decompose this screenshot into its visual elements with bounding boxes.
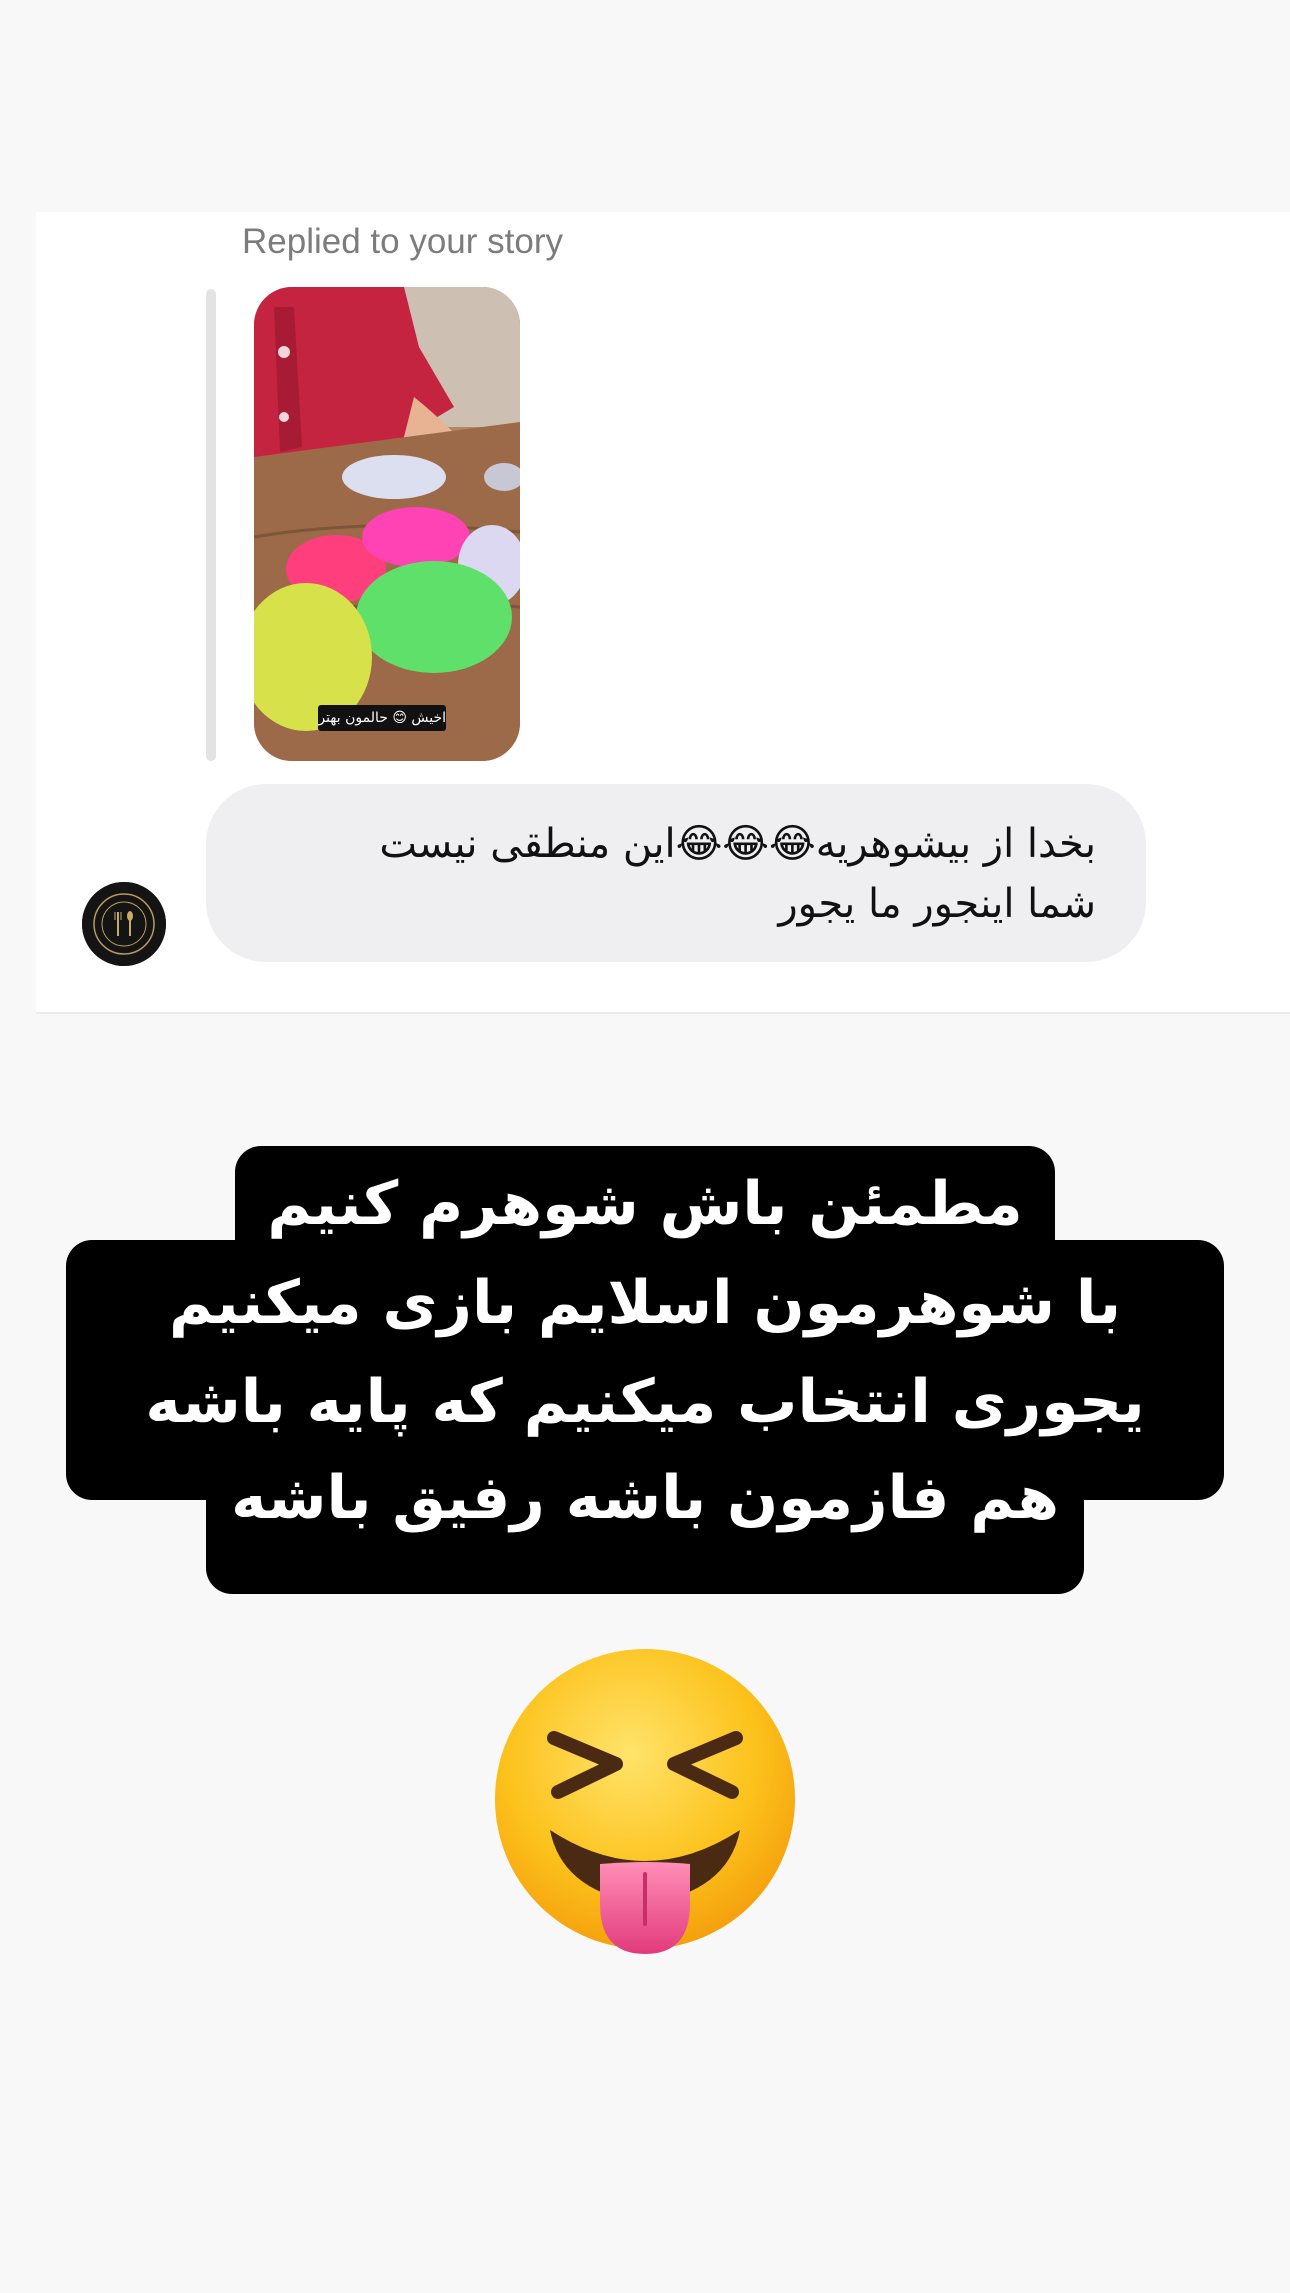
- story-text-line-1: مطمئن باش شوهرم کنیم: [267, 1169, 1023, 1239]
- story-text-line-4: هم فازمون باشه رفیق باشه: [231, 1463, 1059, 1533]
- story-page: Replied to your story اخیش 😊 حالمون بهتر…: [0, 0, 1290, 2293]
- squinting-face-with-tongue-icon: [488, 1642, 802, 1956]
- story-text-line-3: یجوری انتخاب میکنیم که پایه باشه: [145, 1367, 1145, 1437]
- story-text-sticker: مطمئن باش شوهرم کنیم با شوهرمون اسلایم ب…: [0, 0, 1290, 1600]
- story-text-line-2: با شوهرمون اسلایم بازی میکنیم: [168, 1268, 1121, 1338]
